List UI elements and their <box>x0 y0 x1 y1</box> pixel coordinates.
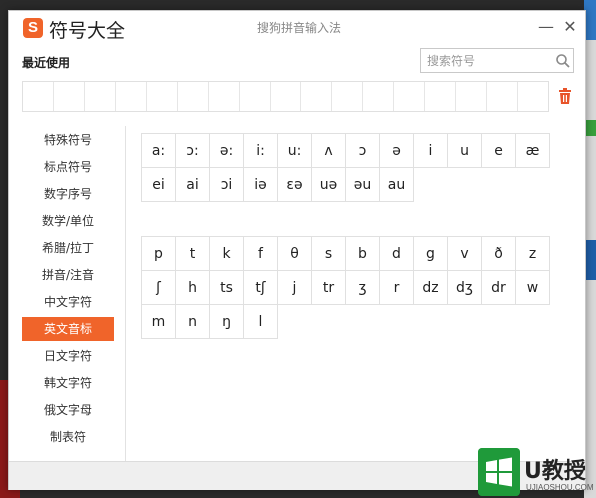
search-icon[interactable] <box>555 53 571 69</box>
title-bar[interactable]: S 符号大全 搜狗拼音输入法 — ✕ <box>9 11 585 45</box>
windows-logo-icon <box>478 448 520 496</box>
category-item[interactable]: 中文字符 <box>22 290 114 314</box>
watermark-logo: U教授 UJIAOSHOU.COM <box>476 447 596 498</box>
search-input[interactable] <box>421 49 555 72</box>
symbol-cell[interactable]: l <box>243 304 278 339</box>
recent-label: 最近使用 <box>22 56 71 70</box>
symbol-cell[interactable]: w <box>515 270 550 305</box>
symbol-cell[interactable]: d <box>379 236 414 271</box>
recent-slot[interactable] <box>456 82 488 111</box>
symbol-cell[interactable]: tʃ <box>243 270 278 305</box>
sogou-logo-icon: S <box>23 18 43 38</box>
symbol-cell[interactable]: h <box>175 270 210 305</box>
symbol-cell[interactable]: g <box>413 236 448 271</box>
recent-slot[interactable] <box>240 82 271 111</box>
symbol-cell[interactable]: iə <box>243 167 278 202</box>
category-item[interactable]: 数字序号 <box>22 182 114 206</box>
recent-slot[interactable] <box>209 82 240 111</box>
symbol-cell[interactable]: a: <box>141 133 176 168</box>
symbol-cell[interactable]: ə <box>379 133 414 168</box>
watermark-text: U教授 <box>524 459 586 484</box>
symbol-cell[interactable]: əu <box>345 167 380 202</box>
symbol-cell[interactable]: j <box>277 270 312 305</box>
symbol-cell[interactable]: ɔ <box>345 133 380 168</box>
symbol-cell[interactable]: ŋ <box>209 304 244 339</box>
recent-slot[interactable] <box>332 82 364 111</box>
symbol-cell[interactable]: æ <box>515 133 550 168</box>
category-item[interactable]: 标点符号 <box>22 155 114 179</box>
symbol-cell[interactable]: ɔi <box>209 167 244 202</box>
recent-slot[interactable] <box>23 82 54 111</box>
symbol-cell[interactable]: tr <box>311 270 346 305</box>
symbol-cell[interactable]: u: <box>277 133 312 168</box>
symbol-cell[interactable]: i <box>413 133 448 168</box>
symbol-cell[interactable]: e <box>481 133 516 168</box>
recent-slot[interactable] <box>518 82 548 111</box>
category-sidebar: 特殊符号标点符号数字序号数学/单位希腊/拉丁拼音/注音中文字符英文音标日文字符韩… <box>9 126 126 461</box>
symbol-cell[interactable]: ʃ <box>141 270 176 305</box>
recent-slot[interactable] <box>425 82 457 111</box>
background-icon <box>586 120 596 136</box>
search-box[interactable] <box>420 48 574 73</box>
symbol-cell[interactable]: ð <box>481 236 516 271</box>
recent-slot[interactable] <box>116 82 147 111</box>
symbol-cell[interactable]: z <box>515 236 550 271</box>
symbol-cell[interactable]: dʒ <box>447 270 482 305</box>
symbol-cell[interactable]: k <box>209 236 244 271</box>
symbol-cell[interactable]: ə: <box>209 133 244 168</box>
symbol-cell[interactable]: u <box>447 133 482 168</box>
recent-slot[interactable] <box>178 82 209 111</box>
recent-slot[interactable] <box>394 82 426 111</box>
symbol-cell[interactable]: dz <box>413 270 448 305</box>
symbol-cell[interactable]: f <box>243 236 278 271</box>
symbol-cell[interactable]: θ <box>277 236 312 271</box>
symbol-cell[interactable]: ɔ: <box>175 133 210 168</box>
category-item[interactable]: 制表符 <box>22 425 114 449</box>
category-item[interactable]: 日文字符 <box>22 344 114 368</box>
window-title: 搜狗拼音输入法 <box>256 21 341 35</box>
category-item[interactable]: 俄文字母 <box>22 398 114 422</box>
recent-slot[interactable] <box>54 82 85 111</box>
category-item[interactable]: 特殊符号 <box>22 128 114 152</box>
symbol-cell[interactable]: au <box>379 167 414 202</box>
minimize-button[interactable]: — <box>535 15 557 39</box>
vowel-symbol-grid: a: ɔ: ə: i: u: ʌ ɔ ə i u e æ ei ai ɔi iə ɛə uə əu au <box>141 133 550 202</box>
app-title: 符号大全 <box>49 20 126 42</box>
category-item[interactable]: 数学/单位 <box>22 209 114 233</box>
symbol-cell[interactable]: dr <box>481 270 516 305</box>
trash-icon[interactable] <box>558 88 572 104</box>
symbol-cell[interactable]: ei <box>141 167 176 202</box>
recent-slot[interactable] <box>147 82 178 111</box>
symbol-cell[interactable]: r <box>379 270 414 305</box>
recent-slot[interactable] <box>487 82 518 111</box>
consonant-symbol-grid: p t k f θ s b d g v ð z ʃ h ts tʃ j tr ʒ r dz dʒ dr w m n ŋ l <box>141 236 550 339</box>
symbol-window: S 符号大全 搜狗拼音输入法 — ✕ 最近使用 特殊符号标点符号数字序号数学/单… <box>8 10 586 490</box>
symbol-cell[interactable]: ts <box>209 270 244 305</box>
symbol-cell[interactable]: s <box>311 236 346 271</box>
recent-slot[interactable] <box>85 82 116 111</box>
symbol-cell[interactable]: uə <box>311 167 346 202</box>
close-button[interactable]: ✕ <box>559 15 581 39</box>
symbol-cell[interactable]: v <box>447 236 482 271</box>
category-item[interactable]: 韩文字符 <box>22 371 114 395</box>
symbol-cell[interactable]: ɛə <box>277 167 312 202</box>
symbol-cell[interactable]: ai <box>175 167 210 202</box>
symbol-cell[interactable]: n <box>175 304 210 339</box>
recent-slot[interactable] <box>271 82 302 111</box>
recent-symbols-row <box>22 81 549 112</box>
symbol-cell[interactable]: m <box>141 304 176 339</box>
recent-slot[interactable] <box>301 82 333 111</box>
symbol-cell[interactable]: t <box>175 236 210 271</box>
symbol-cell[interactable]: i: <box>243 133 278 168</box>
symbol-cell[interactable]: ʒ <box>345 270 380 305</box>
watermark-subtext: UJIAOSHOU.COM <box>526 483 594 492</box>
symbol-cell[interactable]: ʌ <box>311 133 346 168</box>
symbol-cell[interactable]: b <box>345 236 380 271</box>
category-item[interactable]: 拼音/注音 <box>22 263 114 287</box>
category-item[interactable]: 英文音标 <box>22 317 114 341</box>
recent-slot[interactable] <box>363 82 395 111</box>
symbol-cell[interactable]: p <box>141 236 176 271</box>
category-item[interactable]: 希腊/拉丁 <box>22 236 114 260</box>
